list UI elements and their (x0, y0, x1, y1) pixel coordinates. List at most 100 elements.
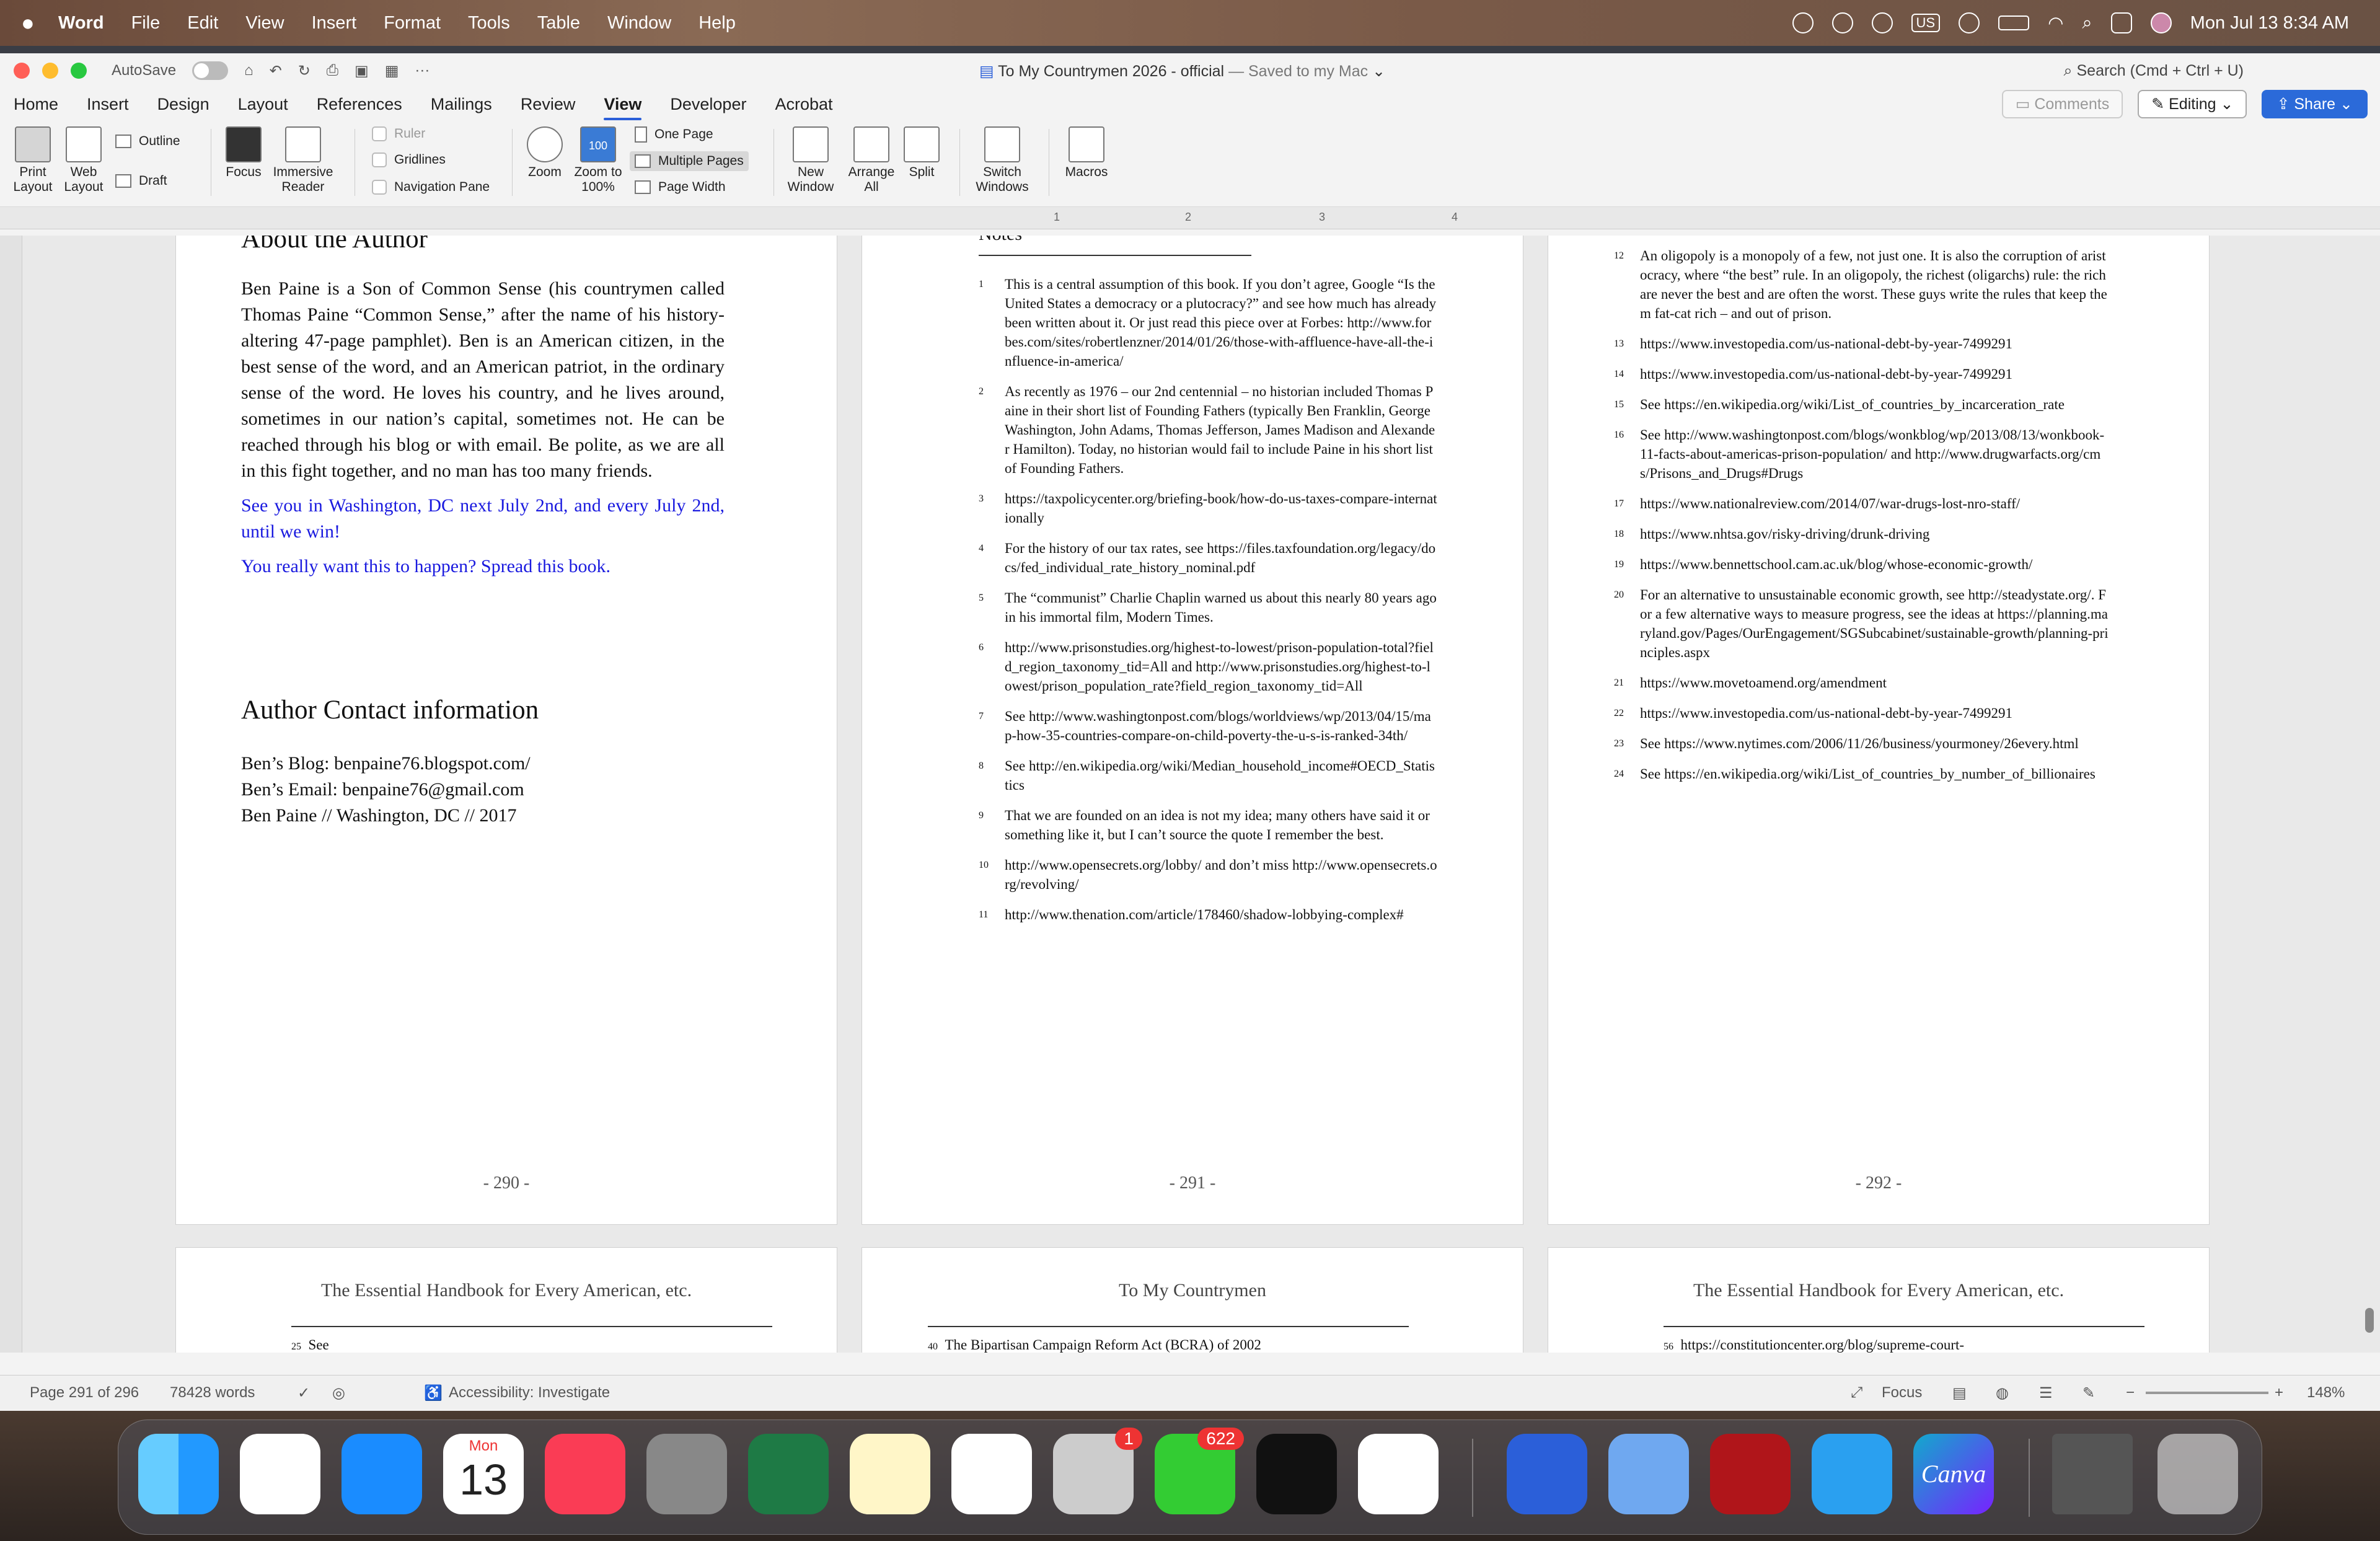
draft-button[interactable]: Draft (115, 174, 167, 188)
macros-button[interactable]: Macros (1059, 126, 1114, 180)
share-button[interactable]: ⇪ Share ⌄ (2262, 90, 2368, 118)
vertical-scrollbar[interactable] (2365, 1308, 2374, 1333)
notes-icon[interactable] (850, 1434, 930, 1514)
web-layout-button[interactable]: Web Layout (62, 126, 105, 195)
gridlines-check[interactable] (372, 152, 387, 167)
home-icon[interactable]: ⌂ (244, 62, 253, 79)
comments-button[interactable]: ▭ Comments (2001, 90, 2123, 118)
menu-format[interactable]: Format (384, 13, 441, 33)
accessibility-icon[interactable]: ♿ (424, 1384, 443, 1402)
outline-view-icon[interactable]: ☰ (2039, 1384, 2053, 1402)
page-295[interactable]: The Essential Handbook for Every America… (1548, 1247, 2210, 1353)
play-icon[interactable] (1831, 12, 1853, 33)
page-count[interactable]: Page 291 of 296 (30, 1384, 139, 1402)
zoom-percent[interactable]: 148% (2307, 1384, 2345, 1402)
document-canvas[interactable]: About the Author Ben Paine is a Son of C… (0, 236, 2380, 1353)
editing-button[interactable]: ✎ Editing ⌄ (2138, 90, 2247, 118)
table-icon[interactable]: ▦ (385, 62, 399, 80)
time-machine-icon[interactable] (1871, 12, 1893, 33)
word-count[interactable]: 78428 words (170, 1384, 255, 1402)
apple-icon[interactable]: ● (21, 10, 58, 36)
zoom-button[interactable]: Zoom (523, 126, 566, 180)
menu-app[interactable]: Word (58, 13, 104, 33)
switch-windows-button[interactable]: Switch Windows (968, 126, 1036, 195)
tab-acrobat[interactable]: Acrobat (775, 95, 832, 114)
textedit-icon[interactable] (951, 1434, 1032, 1514)
ruler-check[interactable] (372, 126, 387, 141)
tab-insert[interactable]: Insert (87, 95, 129, 114)
proofing-icon[interactable]: ✓ (298, 1384, 310, 1402)
siri-icon[interactable] (2150, 12, 2172, 33)
clock[interactable]: Mon Jul 13 8:34 AM (2190, 13, 2349, 33)
draft-view-icon[interactable]: ✎ (2082, 1384, 2095, 1402)
excel-icon[interactable] (748, 1434, 829, 1514)
zoom-100-button[interactable]: 100 Zoom to 100% (570, 126, 626, 195)
tab-references[interactable]: References (317, 95, 402, 114)
chrome-icon[interactable] (1358, 1434, 1439, 1514)
system-settings-icon[interactable] (646, 1434, 727, 1514)
recent-document-icon[interactable] (2052, 1434, 2133, 1514)
zoom-in-icon[interactable]: + (2275, 1384, 2283, 1402)
zoom-slider[interactable] (2146, 1392, 2268, 1394)
messages-icon[interactable]: 622 (1155, 1428, 1244, 1514)
app-store-icon[interactable] (342, 1434, 422, 1514)
gridlines-checkbox[interactable]: Gridlines (372, 152, 446, 167)
immersive-reader-button[interactable]: Immersive Reader (269, 126, 337, 195)
more-icon[interactable]: ··· (415, 62, 430, 79)
vertical-ruler[interactable] (0, 236, 22, 1353)
split-button[interactable]: Split (900, 126, 943, 180)
tab-review[interactable]: Review (521, 95, 576, 114)
minimize-button[interactable] (42, 63, 58, 79)
control-center-icon[interactable] (2110, 12, 2132, 33)
grapher-icon[interactable]: 1 (1053, 1428, 1142, 1514)
zoom-out-icon[interactable]: − (2126, 1384, 2135, 1402)
ruler-checkbox[interactable]: Ruler (372, 126, 425, 141)
wifi-icon[interactable]: ◠ (2048, 12, 2063, 34)
preview-icon[interactable] (1608, 1434, 1689, 1514)
menu-table[interactable]: Table (537, 13, 580, 33)
search-field[interactable]: ⌕ Search (Cmd + Ctrl + U) (2064, 62, 2244, 80)
page-294[interactable]: To My Countrymen 40 The Bipartisan Campa… (862, 1247, 1523, 1353)
spotlight-icon[interactable]: ⌕ (2082, 13, 2092, 33)
page-290[interactable]: About the Author Ben Paine is a Son of C… (175, 236, 837, 1225)
activity-monitor-icon[interactable] (1256, 1434, 1337, 1514)
save-icon[interactable]: ▣ (355, 62, 369, 80)
menu-view[interactable]: View (245, 13, 284, 33)
user-icon[interactable] (1959, 12, 1980, 33)
photos-icon[interactable] (240, 1434, 320, 1514)
arrange-all-button[interactable]: Arrange All (847, 126, 896, 195)
calendar-icon[interactable]: Mon 13 (443, 1434, 524, 1514)
page-292[interactable]: 12 An oligopoly is a monopoly of a few, n… (1548, 236, 2210, 1225)
input-source[interactable]: US (1911, 14, 1941, 32)
close-button[interactable] (14, 63, 30, 79)
canva-icon[interactable]: Canva (1913, 1434, 1994, 1514)
tab-view[interactable]: View (604, 95, 642, 120)
tab-mailings[interactable]: Mailings (431, 95, 492, 114)
acrobat-icon[interactable] (1710, 1434, 1791, 1514)
focus-status[interactable]: Focus (1882, 1384, 1922, 1402)
menu-edit[interactable]: Edit (187, 13, 218, 33)
one-page-button[interactable]: One Page (635, 126, 713, 143)
print-layout-button[interactable]: Print Layout (11, 126, 55, 195)
page-width-button[interactable]: Page Width (635, 180, 726, 195)
accessibility-status[interactable]: Accessibility: Investigate (449, 1384, 610, 1402)
status-app-icon[interactable] (1792, 12, 1814, 33)
tab-layout[interactable]: Layout (238, 95, 288, 114)
word-icon[interactable] (1507, 1434, 1587, 1514)
focus-button[interactable]: Focus (222, 126, 265, 180)
autosave-toggle[interactable] (192, 61, 229, 80)
menu-help[interactable]: Help (699, 13, 736, 33)
page-291[interactable]: Notes 1 This is a central assumption of t… (862, 236, 1523, 1225)
print-layout-icon[interactable]: ▤ (1952, 1384, 1967, 1402)
navigation-check[interactable] (372, 180, 387, 195)
new-window-button[interactable]: New Window (786, 126, 835, 195)
music-icon[interactable] (545, 1434, 625, 1514)
outline-button[interactable]: Outline (115, 134, 180, 149)
tab-home[interactable]: Home (14, 95, 58, 114)
chevron-down-icon[interactable]: ⌄ (1372, 63, 1385, 80)
focus-icon[interactable]: ⤢ (1851, 1384, 1862, 1402)
trash-icon[interactable] (2157, 1434, 2238, 1514)
menu-window[interactable]: Window (607, 13, 671, 33)
finder-icon[interactable] (138, 1434, 219, 1514)
menu-file[interactable]: File (131, 13, 161, 33)
